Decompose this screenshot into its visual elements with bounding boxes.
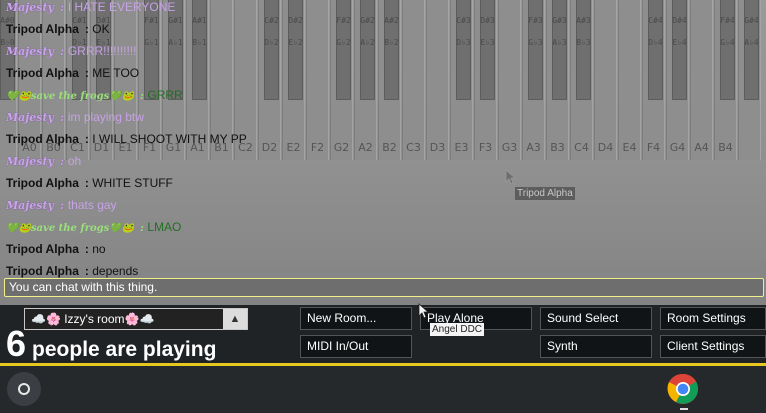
chat-separator: : <box>59 155 68 168</box>
chat-username[interactable]: Majesty <box>6 1 54 14</box>
mouse-pointer-icon <box>418 303 430 319</box>
black-key-label-flat: D♭4 <box>648 38 663 47</box>
white-key-label: G4 <box>669 141 686 154</box>
chat-text: oh <box>67 154 82 168</box>
black-key-label-sharp: F#4 <box>720 16 735 25</box>
synth-button[interactable]: Synth <box>540 335 652 358</box>
mouse-pointer-icon <box>505 169 517 185</box>
chat-text: ME TOO <box>92 66 140 80</box>
chat-message: Majesty: I HATE EVERYONE <box>6 0 606 18</box>
active-app-indicator <box>680 408 688 410</box>
chat-username[interactable]: Tripod Alpha <box>6 242 79 256</box>
black-key-label-flat: E♭4 <box>672 38 687 47</box>
player-count: 6 people are playing <box>6 323 216 365</box>
taskbar <box>0 366 766 413</box>
chat-text: im playing btw <box>67 110 144 124</box>
chat-message: Tripod Alpha: OK <box>6 18 606 40</box>
chat-username[interactable]: Tripod Alpha <box>6 22 79 36</box>
chat-text: OK <box>92 22 110 36</box>
chat-text: I WILL SHOOT WITH MY PP <box>92 132 247 146</box>
launcher-ring <box>18 383 30 395</box>
chat-message: 💚🐸save the frogs💚🐸: GRRR <box>6 84 606 106</box>
black-key[interactable]: D#4 E♭4 <box>672 0 687 100</box>
chat-username[interactable]: Tripod Alpha <box>6 176 79 190</box>
cursor-label-angel: Angel DDC <box>430 323 485 336</box>
chat-text: GRRR!!!!!!!!!! <box>67 44 137 58</box>
black-key-label-sharp: C#4 <box>648 16 663 25</box>
chat-username[interactable]: Tripod Alpha <box>6 66 79 80</box>
chat-message: Majesty: GRRR!!!!!!!!!! <box>6 40 606 62</box>
chrome-icon[interactable] <box>667 373 699 405</box>
chat-username[interactable]: Majesty <box>6 199 54 212</box>
chat-message: Tripod Alpha: I WILL SHOOT WITH MY PP <box>6 128 606 150</box>
chat-username[interactable]: Tripod Alpha <box>6 264 79 278</box>
chat-separator: : <box>59 45 68 58</box>
chat-username[interactable]: Tripod Alpha <box>6 132 79 146</box>
circle-launcher-icon[interactable] <box>7 372 41 406</box>
white-key-label: E4 <box>622 141 637 154</box>
sound-select-button[interactable]: Sound Select <box>540 307 652 330</box>
white-key[interactable]: A4 <box>690 0 713 160</box>
chat-message: Tripod Alpha: ME TOO <box>6 62 606 84</box>
black-key[interactable]: G#4 A♭4 <box>744 0 759 100</box>
chat-text: no <box>92 242 106 256</box>
chat-separator: : <box>59 199 68 212</box>
room-settings-button[interactable]: Room Settings <box>660 307 766 330</box>
chat-text: LMAO <box>147 220 182 234</box>
chat-text: I HATE EVERYONE <box>67 0 176 14</box>
white-key[interactable]: E4 <box>618 0 641 160</box>
black-key-label-sharp: G#4 <box>744 16 759 25</box>
black-key-label-flat: G♭4 <box>720 38 735 47</box>
chat-username[interactable]: Majesty <box>6 45 54 58</box>
player-count-number: 6 <box>6 323 27 364</box>
chat-log: Majesty: I HATE EVERYONE Tripod Alpha: OK… <box>6 0 606 282</box>
chat-message: Majesty: im playing btw <box>6 106 606 128</box>
black-key-label-sharp: D#4 <box>672 16 687 25</box>
chat-text: depends <box>92 264 139 278</box>
chat-message: 💚🐸save the frogs💚🐸: LMAO <box>6 216 606 238</box>
chat-input[interactable]: You can chat with this thing. <box>4 278 764 297</box>
chat-separator: : <box>59 1 68 14</box>
piano-stage: A0 B0 C1 D1 E1 F1 G1 A1 B1 C2 D2 E2 F2 G2 A2 B2 C3 D3 E3 F3… <box>0 0 766 305</box>
black-key[interactable]: F#4 G♭4 <box>720 0 735 100</box>
chat-username[interactable]: 💚🐸save the frogs💚🐸 <box>6 223 134 234</box>
white-key-label: B4 <box>718 141 733 154</box>
chat-username[interactable]: 💚🐸save the frogs💚🐸 <box>6 91 134 102</box>
dropdown-arrow-icon[interactable]: ▲ <box>223 309 247 329</box>
black-key-label-flat: A♭4 <box>744 38 759 47</box>
cursor-label-tripod: Tripod Alpha <box>515 187 575 200</box>
chat-username[interactable]: Majesty <box>6 111 54 124</box>
midi-button[interactable]: MIDI In/Out <box>300 335 412 358</box>
white-key-label: F4 <box>646 141 661 154</box>
chat-username[interactable]: Majesty <box>6 155 54 168</box>
player-count-label: people are playing <box>32 338 217 361</box>
black-key[interactable]: C#4 D♭4 <box>648 0 663 100</box>
chat-message: Tripod Alpha: no <box>6 238 606 260</box>
new-room-button[interactable]: New Room... <box>300 307 412 330</box>
client-settings-button[interactable]: Client Settings <box>660 335 766 358</box>
chat-text: GRRR <box>147 88 183 102</box>
chat-text: thats gay <box>67 198 117 212</box>
white-key-label: A4 <box>694 141 709 154</box>
chat-text: WHITE STUFF <box>92 176 173 190</box>
chat-separator: : <box>59 111 68 124</box>
